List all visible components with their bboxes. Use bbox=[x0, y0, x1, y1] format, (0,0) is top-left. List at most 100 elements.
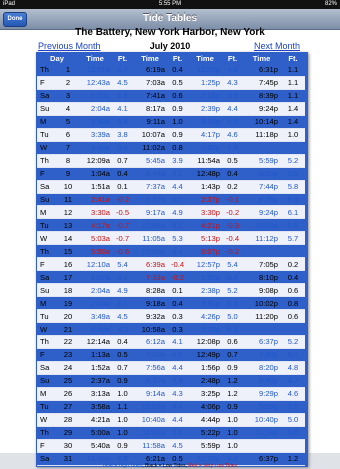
day-number: 19 bbox=[59, 296, 77, 311]
tide-time: 2:04a bbox=[77, 102, 113, 116]
tide-height: 5.9 bbox=[281, 218, 305, 233]
tide-height: 5.4 bbox=[168, 244, 187, 259]
tide-time: 5:13p bbox=[187, 231, 223, 246]
tide-time: 9:08p bbox=[242, 283, 281, 298]
tide-height: 4.1 bbox=[168, 335, 187, 349]
clock: 5:55 PM bbox=[158, 1, 182, 7]
tide-height: 0.1 bbox=[113, 180, 132, 194]
tide-time: 5:23p bbox=[187, 322, 223, 337]
tide-time: 9:18a bbox=[132, 296, 168, 311]
tide-time: 8:37a bbox=[132, 374, 168, 388]
tide-height bbox=[281, 322, 305, 337]
tide-height: 1.0 bbox=[223, 439, 242, 453]
tide-time: 3:30p bbox=[187, 205, 223, 220]
day-number: 6 bbox=[59, 128, 77, 142]
tide-height: 4.7 bbox=[168, 193, 187, 207]
tide-height: 4.3 bbox=[113, 89, 132, 103]
tide-height: 4.9 bbox=[223, 141, 242, 155]
tide-time: 6:19a bbox=[132, 64, 168, 77]
legend-low: Black = Low Tides bbox=[145, 463, 186, 469]
day-number: 24 bbox=[59, 361, 77, 375]
tide-time: 7:40p bbox=[242, 348, 281, 362]
tide-time: 6:53p bbox=[242, 167, 281, 181]
table-row: Th 29 5:00a 1.0 11:02a 4.4 5:22p 1.0 11:28p 5.0 bbox=[37, 426, 305, 440]
tide-height: 4.4 bbox=[168, 361, 187, 375]
table-row: Th 22 12:14a 0.4 6:12a 4.1 12:08p 0.6 6:37p 5.2 bbox=[37, 335, 305, 349]
tide-time: 10:40p bbox=[242, 413, 281, 427]
tide-height: 0.6 bbox=[281, 309, 305, 324]
tide-height: 4.4 bbox=[168, 413, 187, 427]
day-number: 7 bbox=[59, 141, 77, 155]
tide-height: 0.9 bbox=[223, 400, 242, 414]
tide-height: 0.6 bbox=[281, 283, 305, 298]
tide-time: 12:25p bbox=[187, 64, 223, 77]
tide-height: 0.2 bbox=[281, 257, 305, 272]
day-name: Th bbox=[37, 335, 59, 349]
day-number: 26 bbox=[59, 387, 77, 401]
table-row: Th 8 12:09a 0.7 5:45a 3.9 11:54a 0.5 5:59p 5.2 bbox=[37, 154, 305, 168]
day-name: W bbox=[37, 322, 59, 337]
next-month-link[interactable]: Next Month bbox=[254, 41, 300, 51]
tide-height: 0.4 bbox=[113, 167, 132, 181]
tide-height: 4.5 bbox=[223, 89, 242, 103]
tide-height: 4.8 bbox=[281, 361, 305, 375]
tide-time: 10:14p bbox=[242, 115, 281, 129]
tide-height: -0.6 bbox=[113, 244, 132, 259]
tide-height: 5.8 bbox=[281, 180, 305, 194]
tide-height: -0.1 bbox=[223, 193, 242, 207]
table-row: F 16 12:10a 5.4 6:39a -0.4 12:57p 5.4 7:05p 0.2 bbox=[37, 257, 305, 272]
tide-height: 5.1 bbox=[168, 218, 187, 233]
tide-height: 4.6 bbox=[281, 387, 305, 401]
day-number: 28 bbox=[59, 413, 77, 427]
tide-time: 1:43p bbox=[187, 180, 223, 194]
tide-height: 5.0 bbox=[281, 413, 305, 427]
tide-height: 5.0 bbox=[223, 309, 242, 324]
tide-height: 6.0 bbox=[281, 193, 305, 207]
day-name: Tu bbox=[37, 128, 59, 142]
tide-height: 1.0 bbox=[113, 387, 132, 401]
tide-height: 5.4 bbox=[223, 270, 242, 285]
tide-height: 0.6 bbox=[168, 89, 187, 103]
tide-height: 0.5 bbox=[113, 348, 132, 362]
tide-height: 4.9 bbox=[113, 283, 132, 298]
day-name: Th bbox=[37, 426, 59, 440]
tide-height bbox=[281, 244, 305, 259]
tide-time: 3:31p bbox=[187, 296, 223, 311]
tide-height: 4.6 bbox=[223, 128, 242, 142]
header-ft-4: Ft. bbox=[281, 53, 305, 64]
tide-time: 11:20p bbox=[242, 309, 281, 324]
tide-time: 5:45a bbox=[132, 154, 168, 168]
tide-height: 3.8 bbox=[113, 141, 132, 155]
tide-content: The Battery, New York Harbor, New York P… bbox=[0, 27, 340, 469]
tide-height: 3.9 bbox=[168, 154, 187, 168]
tide-height: 4.3 bbox=[223, 76, 242, 90]
tide-time: 9:29p bbox=[242, 387, 281, 401]
tide-height: 4.5 bbox=[223, 115, 242, 129]
tide-height: -0.5 bbox=[113, 205, 132, 220]
tide-time: 6:39a bbox=[132, 257, 168, 272]
tide-height: 0.4 bbox=[281, 270, 305, 285]
tide-time: 9:11a bbox=[132, 115, 168, 129]
tide-height: 1.0 bbox=[168, 115, 187, 129]
day-name: F bbox=[37, 167, 59, 181]
tide-time: 4:17p bbox=[187, 128, 223, 142]
tide-height: -0.2 bbox=[223, 244, 242, 259]
tide-time: 11:54a bbox=[187, 154, 223, 168]
tide-time: 1:13a bbox=[77, 348, 113, 362]
tide-time: 6:44a bbox=[132, 167, 168, 181]
tide-height: 1.1 bbox=[281, 64, 305, 77]
tide-time: 8:40p bbox=[242, 374, 281, 388]
tide-time: 2:41a bbox=[77, 193, 113, 207]
tide-time: 2:37p bbox=[187, 193, 223, 207]
tide-time: 3:13a bbox=[77, 387, 113, 401]
day-number: 18 bbox=[59, 283, 77, 298]
tide-time: 7:33a bbox=[132, 270, 168, 285]
tide-height: 1.2 bbox=[223, 374, 242, 388]
day-number: 22 bbox=[59, 335, 77, 349]
tide-time: 2:38p bbox=[187, 283, 223, 298]
day-number: 2 bbox=[59, 76, 77, 90]
table-row: Sa 3 1:23a 4.3 7:41a 0.6 2:18p 4.5 8:39p 1.1 bbox=[37, 89, 305, 103]
tide-time: 12:02p bbox=[132, 244, 168, 259]
tide-height: 0.6 bbox=[223, 335, 242, 349]
tide-time: 5:40a bbox=[77, 439, 113, 453]
